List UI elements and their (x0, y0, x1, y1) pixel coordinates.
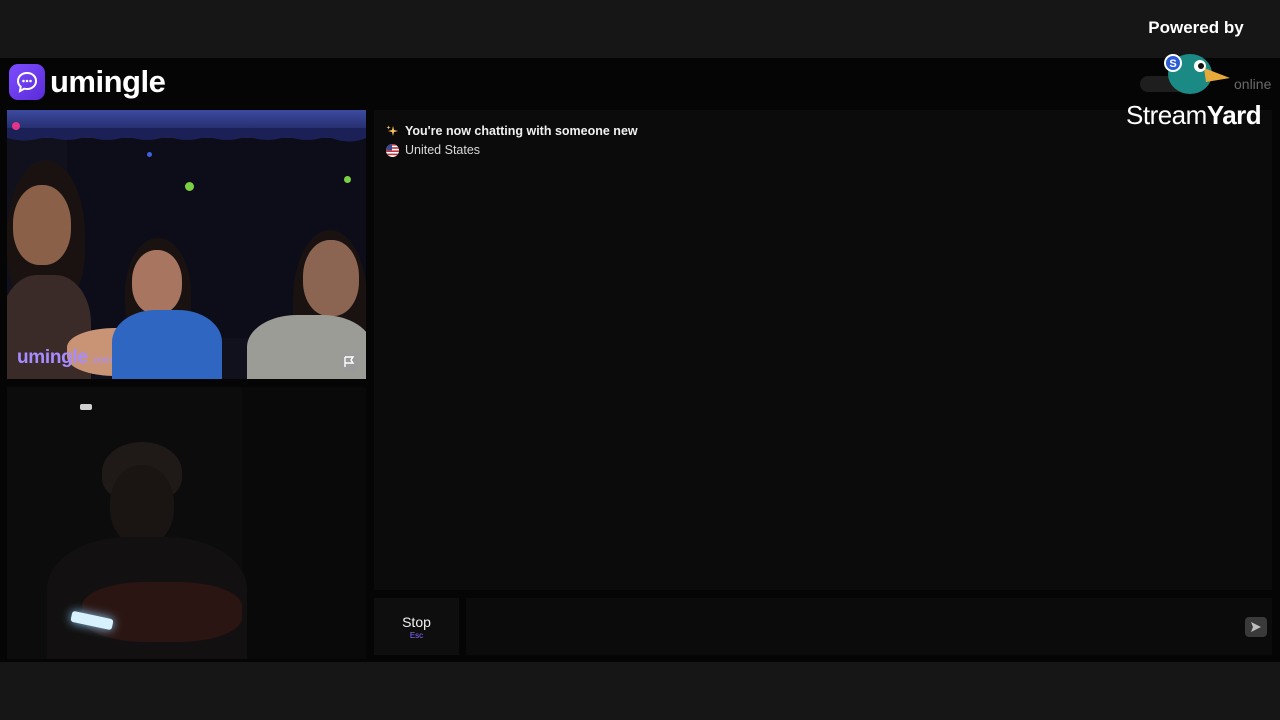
broadcast-top-band (0, 0, 1280, 58)
party-light (185, 182, 194, 191)
system-message: You're now chatting with someone new (386, 124, 638, 138)
stranger-location: United States (386, 143, 480, 157)
ceiling-light (80, 404, 92, 410)
umingle-logo[interactable]: umingle (9, 64, 166, 100)
umingle-app: umingle online umingle .com You're now c… (0, 58, 1280, 662)
streamyard-wordmark: StreamYard (1126, 100, 1262, 130)
umingle-wordmark: umingle (50, 64, 166, 99)
chat-bubble-icon (9, 64, 45, 100)
send-button[interactable] (1245, 617, 1267, 637)
us-flag-icon (386, 143, 399, 157)
sparkles-icon (386, 125, 398, 136)
party-light (344, 176, 351, 183)
report-flag-icon[interactable] (340, 353, 358, 371)
powered-by: Powered by (1120, 18, 1272, 38)
umingle-watermark: umingle .com (17, 347, 112, 368)
powered-by-label: Powered by (1148, 18, 1244, 37)
chat-log: You're now chatting with someone new Uni… (374, 110, 1272, 590)
local-video (7, 387, 366, 659)
broadcast-bottom-band (0, 662, 1280, 720)
remote-video: umingle .com (7, 110, 366, 379)
curtain-edge (7, 128, 366, 142)
party-light (12, 122, 20, 130)
svg-text:S: S (1169, 58, 1176, 70)
stop-shortcut-hint: Esc (409, 630, 424, 640)
message-input[interactable] (466, 598, 1272, 655)
send-icon (1251, 622, 1261, 632)
party-light (147, 152, 152, 157)
stop-button[interactable]: Stop Esc (374, 598, 459, 655)
online-label: online (1234, 76, 1272, 92)
streamyard-duck-icon: S (1164, 54, 1230, 94)
stop-label: Stop (402, 613, 431, 630)
